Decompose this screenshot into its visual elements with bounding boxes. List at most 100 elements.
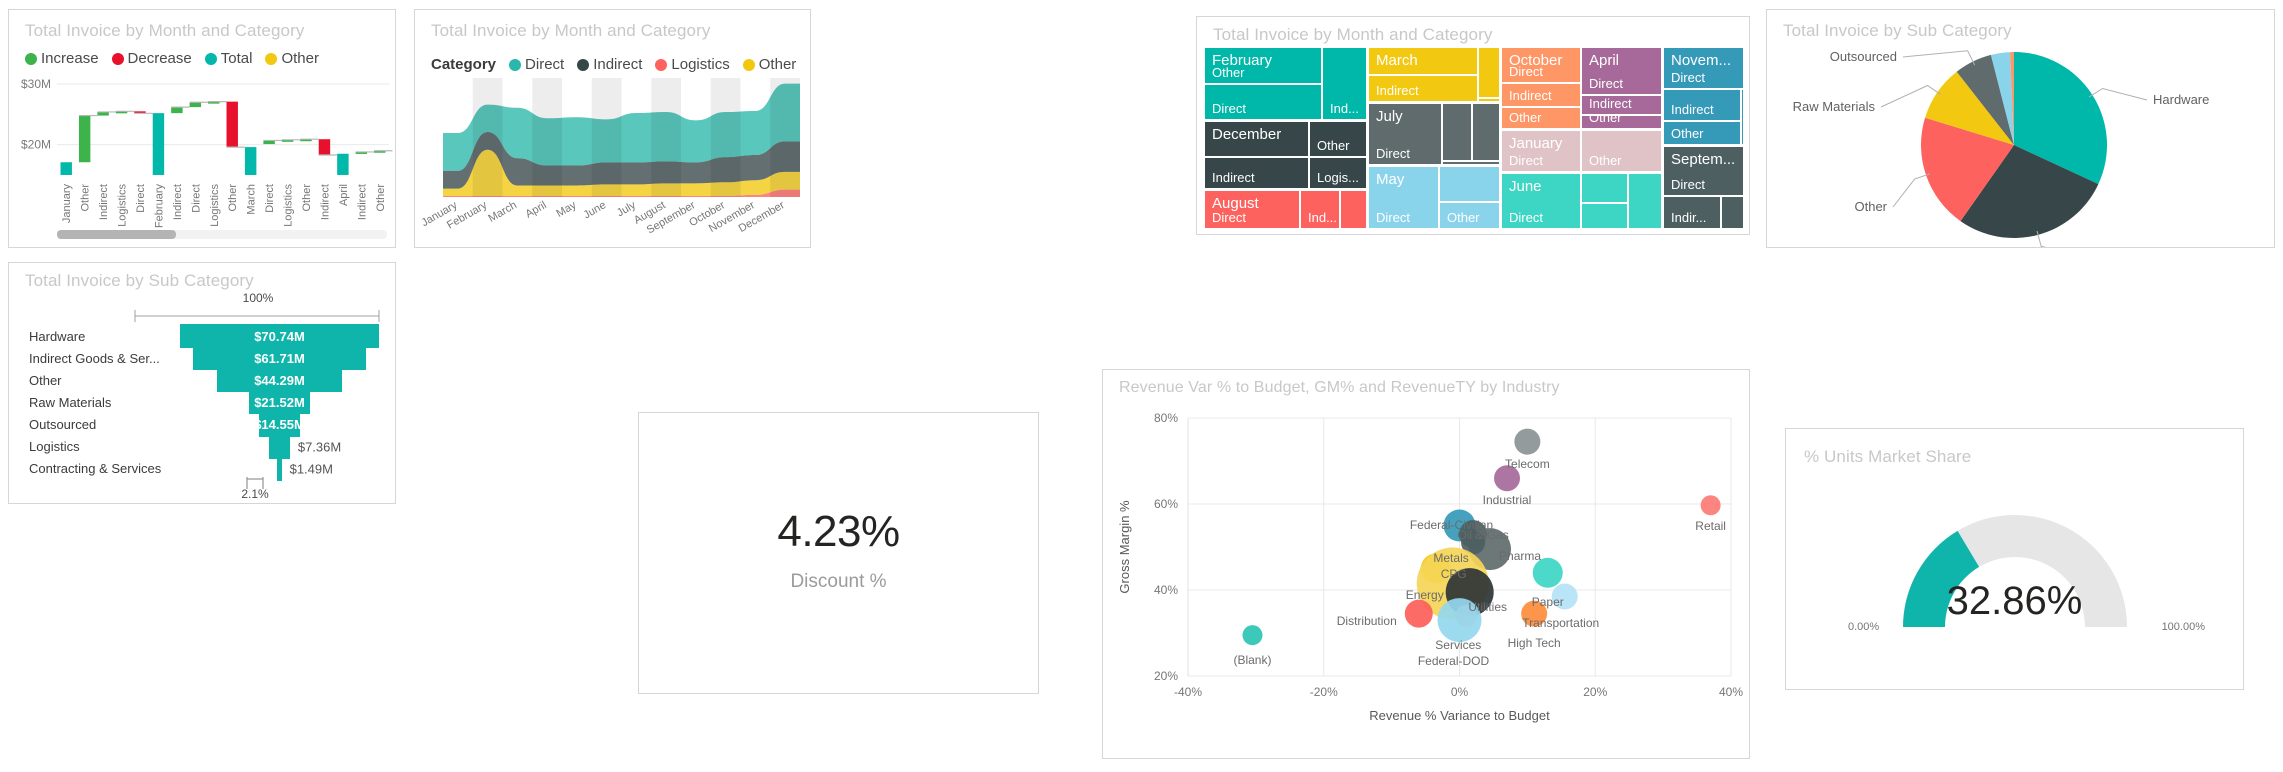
panel-stream[interactable]: Total Invoice by Month and Category Cate… [414, 9, 811, 248]
svg-text:January: January [61, 184, 73, 224]
legend-label: Other [758, 56, 797, 73]
legend-swatch-icon [265, 52, 278, 65]
treemap-cell[interactable] [1472, 103, 1500, 161]
treemap-cell[interactable]: December [1204, 121, 1309, 157]
treemap-cell[interactable]: April Direct [1581, 47, 1662, 95]
treemap-month-label: July [1376, 108, 1403, 125]
treemap-category-label: Direct [1509, 210, 1543, 225]
stream-legend-title: Category [431, 56, 497, 73]
legend-item-other[interactable]: Other [742, 56, 797, 73]
panel-gauge[interactable]: % Units Market Share 32.86% 0.00% 100.00… [1785, 428, 2244, 690]
funnel-value-label: $70.74M [254, 328, 305, 344]
legend-item-increase[interactable]: Increase [25, 50, 99, 67]
treemap-cell[interactable]: Indirect [1204, 157, 1309, 189]
panel-title-treemap: Total Invoice by Month and Category [1213, 25, 1493, 44]
treemap-cell[interactable] [1741, 89, 1744, 145]
treemap-cell[interactable]: March [1368, 47, 1478, 75]
legend-item-direct[interactable]: Direct [509, 56, 564, 73]
treemap-cell[interactable]: June Direct [1501, 173, 1581, 229]
treemap-cell[interactable]: Indirect [1581, 95, 1662, 115]
treemap-category-label: Direct [1509, 153, 1543, 168]
treemap-cell[interactable]: Indirect [1368, 75, 1478, 102]
legend-item-logistics[interactable]: Logistics [655, 56, 730, 73]
funnel-row[interactable]: Hardware $70.74M [25, 324, 381, 349]
funnel-row[interactable]: Outsourced $14.55M [25, 412, 381, 437]
waterfall-scrollbar-track[interactable] [57, 230, 387, 239]
panel-scatter[interactable]: Revenue Var % to Budget, GM% and Revenue… [1102, 369, 1750, 759]
funnel-bar[interactable]: $44.29M [217, 368, 342, 393]
treemap-cell[interactable]: July Direct [1368, 103, 1442, 165]
panel-treemap[interactable]: Total Invoice by Month and Category Febr… [1196, 16, 1750, 235]
treemap-cell[interactable] [1581, 203, 1628, 229]
treemap-plot[interactable]: February Other Direct Ind... December Indirec… [1204, 47, 1744, 229]
treemap-cell[interactable] [1340, 190, 1367, 229]
treemap-cell[interactable] [1442, 103, 1472, 161]
pie-plot[interactable]: HardwareIndirect Goods & ServicesOtherRa… [1767, 42, 2276, 247]
panel-waterfall[interactable]: Total Invoice by Month and Category Incr… [8, 9, 396, 248]
legend-item-indirect[interactable]: Indirect [577, 56, 642, 73]
dashboard-canvas: Total Invoice by Month and Category Incr… [0, 0, 2283, 772]
funnel-bar[interactable]: $21.52M [249, 390, 310, 415]
treemap-cell[interactable] [1581, 173, 1628, 203]
treemap-cell[interactable] [1442, 161, 1500, 165]
treemap-cell[interactable]: Indirect [1663, 89, 1741, 121]
treemap-cell[interactable]: Other [1663, 121, 1741, 145]
treemap-cell[interactable] [1478, 47, 1500, 98]
funnel-bar[interactable]: $14.55M [254, 412, 305, 437]
treemap-cell[interactable] [1721, 196, 1744, 229]
waterfall-scrollbar-thumb[interactable] [57, 230, 176, 239]
pie-slice-label: Raw Materials [1793, 99, 1876, 114]
treemap-category-label: Indirect [1671, 102, 1714, 117]
funnel-row[interactable]: Other $44.29M [25, 368, 381, 393]
funnel-bar[interactable]: $61.71M [192, 346, 367, 371]
funnel-bar[interactable]: $70.74M [180, 324, 379, 349]
treemap-cell[interactable]: February Other [1204, 47, 1322, 84]
treemap-cell[interactable]: January Direct [1501, 130, 1581, 172]
funnel-bar[interactable] [269, 434, 290, 459]
stream-legend[interactable]: Category Direct Indirect Logistics Other [431, 56, 796, 73]
treemap-category-label: Ind... [1330, 101, 1359, 116]
treemap-cell[interactable]: Indir... [1663, 196, 1721, 229]
treemap-cell[interactable]: May Direct [1368, 166, 1439, 229]
treemap-category-label: Indirect [1212, 170, 1255, 185]
funnel-row[interactable]: Indirect Goods & Ser... $61.71M [25, 346, 381, 371]
kpi-value: 4.23% [777, 507, 900, 556]
funnel-rows[interactable]: Hardware $70.74M Indirect Goods & Ser... $6… [25, 324, 381, 481]
legend-item-total[interactable]: Total [204, 50, 252, 67]
treemap-cell[interactable]: Other [1439, 202, 1500, 229]
treemap-cell[interactable]: Other [1581, 115, 1662, 129]
treemap-category-label: Direct [1376, 210, 1410, 225]
treemap-category-label: Other [1589, 153, 1622, 168]
treemap-cell[interactable]: October Direct [1501, 47, 1581, 83]
legend-item-decrease[interactable]: Decrease [111, 50, 192, 67]
legend-item-other[interactable]: Other [265, 50, 319, 67]
funnel-row[interactable]: Raw Materials $21.52M [25, 390, 381, 415]
scatter-plot[interactable]: 20% 40% 60% 80% -40% -20% 0% 20% 40% Revenue % Va… [1103, 404, 1751, 754]
treemap-cell[interactable] [1628, 173, 1662, 229]
treemap-cell[interactable] [1478, 98, 1500, 102]
funnel-plot[interactable]: 100% Hardware $70.74M Indirect Goods & Ser… [25, 291, 381, 501]
funnel-row[interactable]: Logistics $7.36M [25, 434, 381, 459]
panel-kpi-discount[interactable]: 4.23% Discount % [638, 412, 1039, 694]
treemap-cell[interactable]: August Direct [1204, 190, 1300, 229]
treemap-cell[interactable]: Logis... [1309, 157, 1367, 189]
treemap-cell[interactable]: Direct [1204, 84, 1322, 120]
treemap-cell[interactable]: Other [1581, 130, 1662, 172]
funnel-bar-track: $21.52M [180, 390, 381, 415]
treemap-cell[interactable]: Novem... Direct [1663, 47, 1744, 89]
treemap-cell[interactable]: Ind... [1322, 47, 1367, 120]
waterfall-legend[interactable]: Increase Decrease Total Other [25, 50, 319, 67]
funnel-value-label: $14.55M [254, 417, 305, 433]
panel-pie[interactable]: Total Invoice by Sub Category HardwareIn… [1766, 9, 2275, 248]
treemap-cell[interactable]: Indirect [1501, 83, 1581, 107]
funnel-bar-track: $44.29M [180, 368, 381, 393]
treemap-cell[interactable]: Septem... Direct [1663, 146, 1744, 196]
panel-funnel[interactable]: Total Invoice by Sub Category 100% Hardw… [8, 262, 396, 504]
treemap-cell[interactable] [1439, 166, 1500, 202]
treemap-category-label: Other [1212, 65, 1245, 80]
svg-text:Direct: Direct [264, 184, 276, 213]
stream-plot[interactable]: JanuaryFebruaryMarch April May June JulyAugu… [415, 72, 810, 247]
treemap-cell[interactable]: Other [1309, 121, 1367, 157]
treemap-cell[interactable]: Ind... [1300, 190, 1340, 229]
treemap-cell[interactable]: Other [1501, 107, 1581, 129]
